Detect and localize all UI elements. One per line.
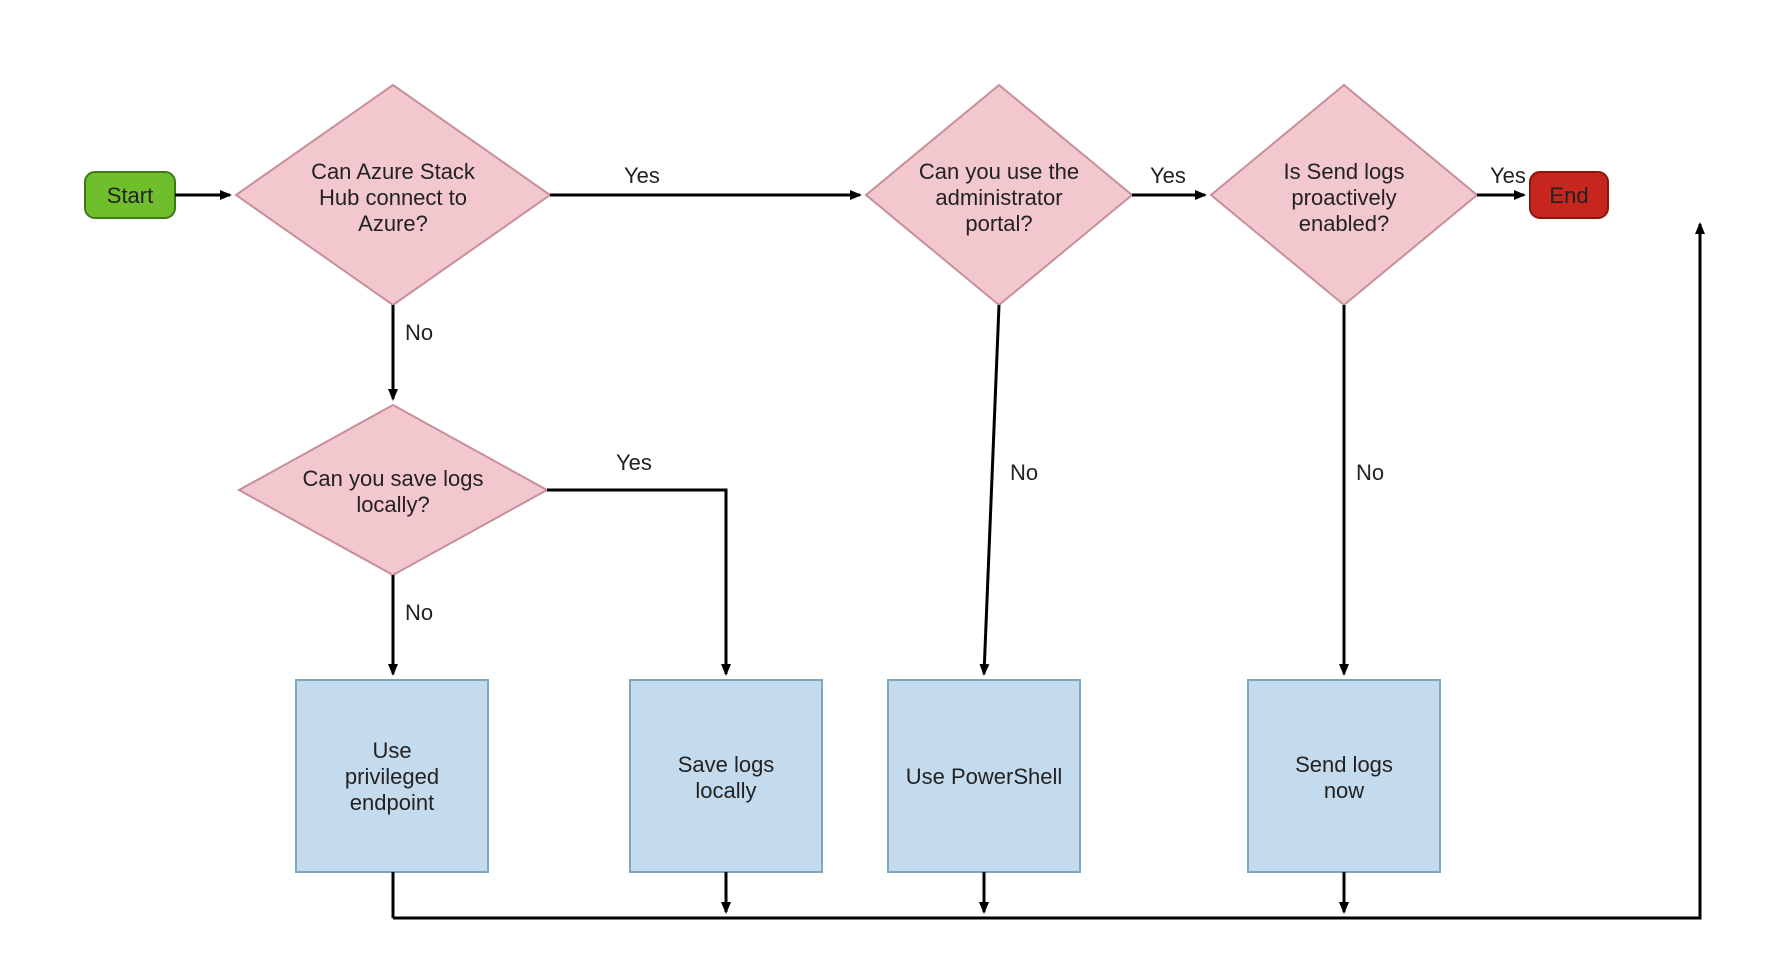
start-label: Start — [107, 183, 153, 208]
label-admin-no: No — [1010, 460, 1038, 485]
label-savelocal-no: No — [405, 600, 433, 625]
label-proactive-no: No — [1356, 460, 1384, 485]
svg-text:Send logs: Send logs — [1295, 752, 1393, 777]
decision-save-locally: Can you save logs locally? — [239, 405, 547, 575]
svg-text:endpoint: endpoint — [350, 790, 434, 815]
svg-text:locally?: locally? — [356, 492, 429, 517]
svg-text:Hub connect to: Hub connect to — [319, 185, 467, 210]
process-use-powershell: Use PowerShell — [888, 680, 1080, 872]
svg-text:proactively: proactively — [1291, 185, 1396, 210]
svg-text:locally: locally — [695, 778, 756, 803]
svg-text:Use PowerShell: Use PowerShell — [906, 764, 1063, 789]
svg-text:Azure?: Azure? — [358, 211, 428, 236]
svg-text:Can Azure Stack: Can Azure Stack — [311, 159, 476, 184]
svg-text:Can you use the: Can you use the — [919, 159, 1079, 184]
svg-text:privileged: privileged — [345, 764, 439, 789]
end-node: End — [1530, 172, 1608, 218]
process-privileged-endpoint: Use privileged endpoint — [296, 680, 488, 872]
end-label: End — [1549, 183, 1588, 208]
svg-text:Save logs: Save logs — [678, 752, 775, 777]
svg-text:Is Send logs: Is Send logs — [1283, 159, 1404, 184]
svg-text:Use: Use — [372, 738, 411, 763]
svg-text:now: now — [1324, 778, 1364, 803]
start-node: Start — [85, 172, 175, 218]
label-admin-yes: Yes — [1150, 163, 1186, 188]
process-send-logs-now: Send logs now — [1248, 680, 1440, 872]
label-savelocal-yes: Yes — [616, 450, 652, 475]
svg-text:enabled?: enabled? — [1299, 211, 1390, 236]
decision-proactive-enabled: Is Send logs proactively enabled? — [1211, 85, 1477, 305]
svg-text:Can you save logs: Can you save logs — [303, 466, 484, 491]
edge-admin-no — [984, 305, 999, 674]
label-proactive-yes: Yes — [1490, 163, 1526, 188]
svg-text:portal?: portal? — [965, 211, 1032, 236]
label-connect-no: No — [405, 320, 433, 345]
svg-text:administrator: administrator — [935, 185, 1062, 210]
edge-savelocal-yes — [547, 490, 726, 674]
process-save-logs-locally: Save logs locally — [630, 680, 822, 872]
flowchart-diagram: Start End Can Azure Stack Hub connect to… — [0, 0, 1782, 962]
decision-connect-to-azure: Can Azure Stack Hub connect to Azure? — [236, 85, 550, 305]
label-connect-yes: Yes — [624, 163, 660, 188]
decision-admin-portal: Can you use the administrator portal? — [866, 85, 1132, 305]
